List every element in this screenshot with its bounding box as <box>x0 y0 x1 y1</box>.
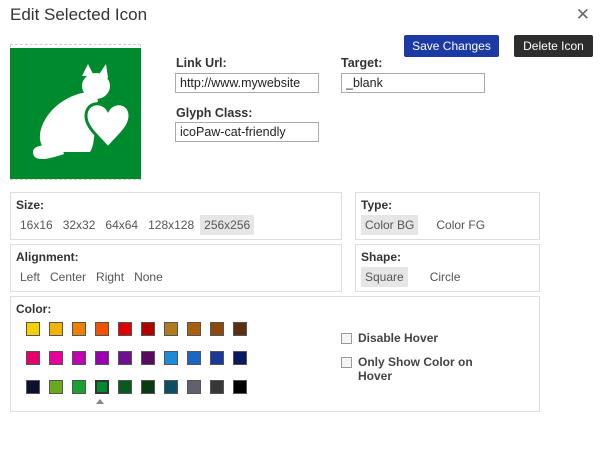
close-icon[interactable]: ✕ <box>576 5 590 25</box>
color-swatch[interactable] <box>210 380 224 394</box>
alignment-option-left[interactable]: Left <box>16 267 44 287</box>
color-swatch[interactable] <box>118 351 132 365</box>
type-option-color-bg[interactable]: Color BG <box>361 215 419 235</box>
shape-title: Shape: <box>361 250 402 264</box>
size-option-128[interactable]: 128x128 <box>144 215 198 235</box>
type-panel: Type: Color BG Color FG <box>355 192 540 240</box>
color-swatch[interactable] <box>164 380 178 394</box>
save-changes-button[interactable]: Save Changes <box>404 35 499 57</box>
color-swatch[interactable] <box>49 380 63 394</box>
size-panel: Size: 16x16 32x32 64x64 128x128 256x256 <box>10 192 342 240</box>
shape-options: Square Circle <box>361 267 464 287</box>
color-swatch[interactable] <box>118 380 132 394</box>
selected-color-caret <box>96 399 104 404</box>
dialog-title: Edit Selected Icon <box>10 5 148 24</box>
shape-panel: Shape: Square Circle <box>355 244 540 292</box>
color-swatch[interactable] <box>49 322 63 336</box>
type-options: Color BG Color FG <box>361 215 489 235</box>
color-swatch[interactable] <box>164 351 178 365</box>
glyph-class-label: Glyph Class: <box>176 106 253 120</box>
disable-hover-checkbox[interactable] <box>341 333 352 344</box>
delete-icon-button[interactable]: Delete Icon <box>514 35 593 57</box>
color-swatch[interactable] <box>210 351 224 365</box>
color-swatch[interactable] <box>72 322 86 336</box>
color-swatch[interactable] <box>233 322 247 336</box>
color-swatch[interactable] <box>26 351 40 365</box>
color-swatch[interactable] <box>49 351 63 365</box>
alignment-option-right[interactable]: Right <box>92 267 128 287</box>
color-swatch[interactable] <box>141 380 155 394</box>
color-swatch[interactable] <box>95 380 109 394</box>
color-swatch[interactable] <box>210 322 224 336</box>
only-show-color-hover-checkbox[interactable] <box>341 357 352 368</box>
color-swatch[interactable] <box>141 322 155 336</box>
color-swatch[interactable] <box>72 351 86 365</box>
type-option-color-fg[interactable]: Color FG <box>432 215 489 235</box>
link-url-label: Link Url: <box>176 56 227 70</box>
cat-heart-icon <box>32 64 132 160</box>
color-swatch[interactable] <box>26 380 40 394</box>
alignment-title: Alignment: <box>16 250 79 264</box>
size-options: 16x16 32x32 64x64 128x128 256x256 <box>16 215 255 235</box>
color-swatch[interactable] <box>187 322 201 336</box>
shape-option-circle[interactable]: Circle <box>426 267 465 287</box>
color-swatch[interactable] <box>95 351 109 365</box>
size-title: Size: <box>16 198 45 212</box>
target-label: Target: <box>341 56 383 70</box>
icon-preview <box>10 48 141 179</box>
size-option-64[interactable]: 64x64 <box>101 215 142 235</box>
color-title: Color: <box>16 302 52 316</box>
color-panel: Color: Disable Hover Only Show Color on … <box>10 296 540 412</box>
link-url-input[interactable] <box>175 73 319 93</box>
disable-hover-option[interactable]: Disable Hover <box>341 331 438 345</box>
color-swatch[interactable] <box>187 351 201 365</box>
color-swatch[interactable] <box>118 322 132 336</box>
size-option-16[interactable]: 16x16 <box>16 215 57 235</box>
glyph-class-input[interactable] <box>175 122 319 142</box>
alignment-option-none[interactable]: None <box>130 267 167 287</box>
color-swatch[interactable] <box>26 322 40 336</box>
color-swatch[interactable] <box>164 322 178 336</box>
disable-hover-label: Disable Hover <box>358 331 439 345</box>
only-show-color-hover-option[interactable]: Only Show Color on Hover <box>341 355 491 383</box>
size-option-256[interactable]: 256x256 <box>200 215 255 235</box>
alignment-panel: Alignment: Left Center Right None <box>10 244 342 292</box>
color-swatch[interactable] <box>141 351 155 365</box>
color-swatch[interactable] <box>95 322 109 336</box>
color-swatch[interactable] <box>233 351 247 365</box>
color-swatch[interactable] <box>187 380 201 394</box>
target-input[interactable] <box>341 73 485 93</box>
color-swatch[interactable] <box>233 380 247 394</box>
type-title: Type: <box>361 198 393 212</box>
size-option-32[interactable]: 32x32 <box>59 215 100 235</box>
alignment-option-center[interactable]: Center <box>46 267 90 287</box>
alignment-options: Left Center Right None <box>16 267 167 287</box>
only-show-color-hover-label: Only Show Color on Hover <box>358 355 473 383</box>
color-swatch[interactable] <box>72 380 86 394</box>
shape-option-square[interactable]: Square <box>361 267 408 287</box>
